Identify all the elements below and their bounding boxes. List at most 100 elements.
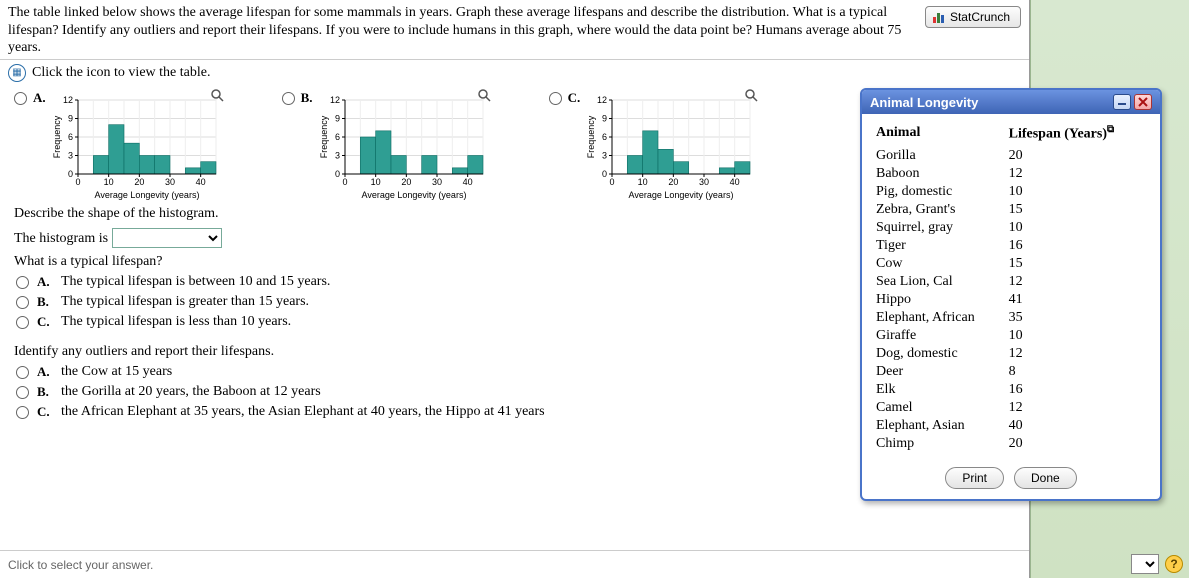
print-button[interactable]: Print [945,467,1004,489]
outlier-b-text: the Gorilla at 20 years, the Baboon at 1… [61,384,321,400]
svg-text:Average Longevity (years): Average Longevity (years) [361,190,466,200]
table-row: Elephant, African35 [876,309,1150,327]
statcrunch-label: StatCrunch [950,10,1010,24]
svg-text:10: 10 [370,177,380,187]
histogram-a: 0 10 20 30 40 0 3 6 9 12 Average Longevity (years)… [52,90,222,200]
radio-typical-c[interactable] [16,316,29,329]
footer-hint: Click to select your answer. [0,550,1029,578]
svg-text:20: 20 [669,177,679,187]
statcrunch-button[interactable]: StatCrunch [925,6,1021,28]
svg-text:30: 30 [432,177,442,187]
svg-text:3: 3 [602,150,607,160]
svg-text:12: 12 [597,95,607,105]
outlier-a-text: the Cow at 15 years [61,364,172,380]
question-prompt: The table linked below shows the average… [8,4,917,57]
radio-hist-c[interactable] [549,92,562,105]
svg-text:Frequency: Frequency [52,115,62,158]
close-button[interactable] [1134,94,1152,110]
table-row: Baboon12 [876,165,1150,183]
statcrunch-icon [932,10,946,24]
typical-b-text: The typical lifespan is greater than 15 … [61,294,309,310]
svg-text:6: 6 [335,132,340,142]
svg-text:10: 10 [638,177,648,187]
zoom-icon[interactable] [477,88,491,102]
svg-text:0: 0 [335,169,340,179]
svg-text:Average Longevity (years): Average Longevity (years) [629,190,734,200]
shape-select[interactable] [112,228,222,248]
table-row: Sea Lion, Cal12 [876,273,1150,291]
table-row: Giraffe10 [876,327,1150,345]
zoom-icon[interactable] [210,88,224,102]
svg-text:0: 0 [342,177,347,187]
table-row: Tiger16 [876,237,1150,255]
radio-typical-a[interactable] [16,276,29,289]
svg-text:0: 0 [68,169,73,179]
svg-text:0: 0 [602,169,607,179]
minimize-button[interactable] [1113,94,1131,110]
svg-text:20: 20 [401,177,411,187]
table-row: Zebra, Grant's15 [876,201,1150,219]
done-button[interactable]: Done [1014,467,1077,489]
table-row: Camel12 [876,399,1150,417]
table-row: Chimp20 [876,435,1150,453]
histogram-b: 0 10 20 30 40 0 3 6 9 12 Average Longevity (years)… [319,90,489,200]
table-row: Pig, domestic10 [876,183,1150,201]
table-row: Cow15 [876,255,1150,273]
svg-text:12: 12 [330,95,340,105]
histogram-c: 0 10 20 30 40 0 3 6 9 12 Average Longevity (years)… [586,90,756,200]
svg-text:10: 10 [103,177,113,187]
svg-text:0: 0 [610,177,615,187]
svg-text:Frequency: Frequency [319,115,329,158]
svg-text:6: 6 [602,132,607,142]
radio-outlier-c[interactable] [16,406,29,419]
radio-outlier-a[interactable] [16,366,29,379]
svg-text:6: 6 [68,132,73,142]
table-link-row: ▦ Click the icon to view the table. [0,60,1029,88]
table-row: Elephant, Asian40 [876,417,1150,435]
table-row: Squirrel, gray10 [876,219,1150,237]
radio-hist-b[interactable] [282,92,295,105]
svg-text:3: 3 [68,150,73,160]
view-table-icon[interactable]: ▦ [8,64,26,82]
svg-text:9: 9 [335,113,340,123]
copy-column-icon[interactable]: ⧉ [1107,124,1114,135]
table-row: Gorilla20 [876,147,1150,165]
svg-text:30: 30 [699,177,709,187]
popup-title: Animal Longevity [870,95,978,110]
radio-typical-b[interactable] [16,296,29,309]
hist-a-label: A. [33,90,46,106]
svg-text:Frequency: Frequency [586,115,596,158]
svg-text:20: 20 [134,177,144,187]
svg-text:9: 9 [602,113,607,123]
table-row: Dog, domestic12 [876,345,1150,363]
longevity-table: Animal Lifespan (Years)⧉ Gorilla20Baboon… [876,122,1150,453]
table-link-text: Click the icon to view the table. [32,65,210,81]
svg-text:9: 9 [68,113,73,123]
table-row: Hippo41 [876,291,1150,309]
outlier-c-text: the African Elephant at 35 years, the As… [61,404,545,420]
typical-a-text: The typical lifespan is between 10 and 1… [61,274,330,290]
col-lifespan: Lifespan (Years)⧉ [1009,122,1150,147]
help-icon[interactable]: ? [1165,555,1183,573]
svg-text:40: 40 [730,177,740,187]
svg-text:40: 40 [195,177,205,187]
svg-text:12: 12 [63,95,73,105]
radio-outlier-b[interactable] [16,386,29,399]
col-animal: Animal [876,122,1009,147]
top-bar: The table linked below shows the average… [0,0,1029,60]
svg-text:40: 40 [462,177,472,187]
svg-text:30: 30 [165,177,175,187]
table-row: Deer8 [876,363,1150,381]
svg-text:0: 0 [75,177,80,187]
hist-c-label: C. [568,90,581,106]
typical-c-text: The typical lifespan is less than 10 yea… [61,314,291,330]
svg-text:3: 3 [335,150,340,160]
shape-lead: The histogram is [14,231,108,246]
rail-select[interactable] [1131,554,1159,574]
hist-b-label: B. [301,90,313,106]
svg-text:Average Longevity (years): Average Longevity (years) [94,190,199,200]
table-row: Elk16 [876,381,1150,399]
zoom-icon[interactable] [744,88,758,102]
table-popup: Animal Longevity Animal Lifespan (Years)… [860,88,1162,501]
radio-hist-a[interactable] [14,92,27,105]
